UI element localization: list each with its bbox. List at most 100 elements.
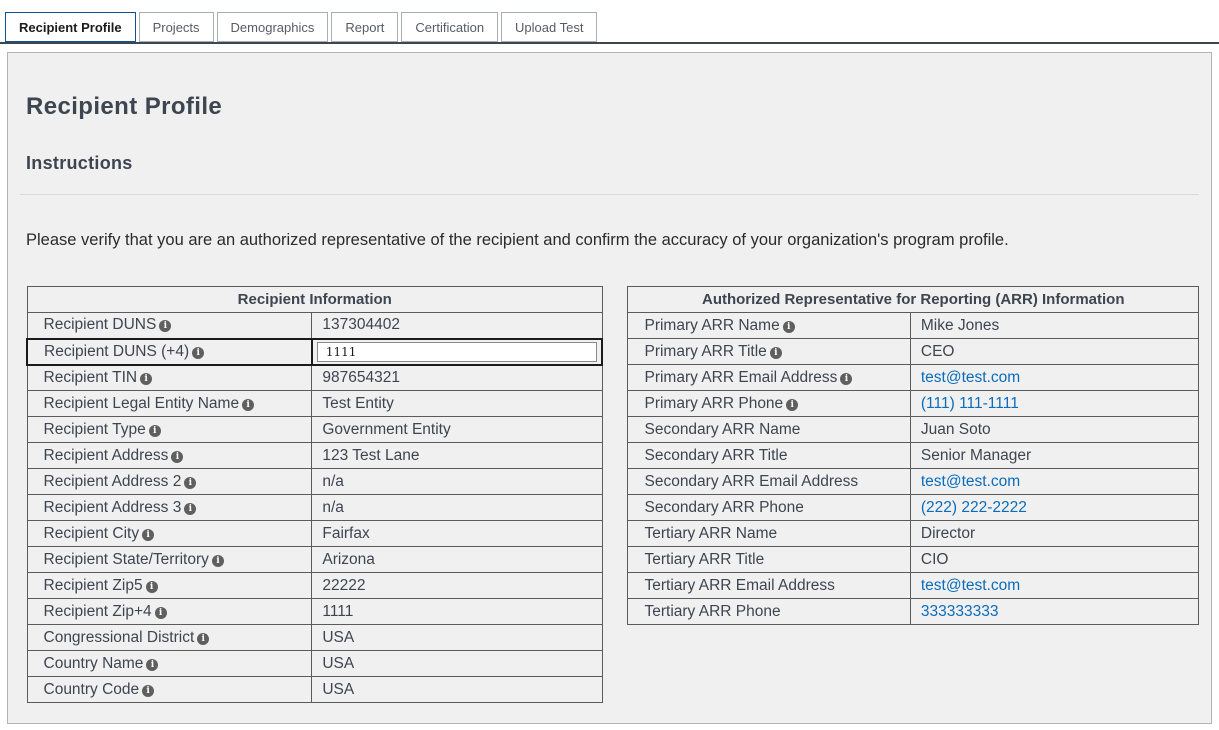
arr-information-table: Authorized Representative for Reporting …: [627, 286, 1199, 625]
info-icon[interactable]: i: [149, 425, 161, 437]
info-icon[interactable]: i: [783, 321, 795, 333]
tab-recipient-profile[interactable]: Recipient Profile: [5, 12, 136, 42]
row-label: Tertiary ARR Phone: [644, 603, 780, 620]
row-label: Recipient Address 3: [44, 499, 182, 516]
row-value-link[interactable]: test@test.com: [921, 369, 1020, 386]
row-value-link[interactable]: test@test.com: [921, 577, 1020, 594]
table-row: Country NameiUSA: [27, 651, 602, 677]
info-icon[interactable]: i: [142, 529, 154, 541]
row-label: Primary ARR Email Address: [644, 369, 837, 386]
row-value-cell: Arizona: [312, 547, 603, 573]
row-label-cell: Recipient Cityi: [27, 521, 312, 547]
row-value: n/a: [322, 473, 344, 490]
info-icon[interactable]: i: [770, 347, 782, 359]
info-icon[interactable]: i: [197, 633, 209, 645]
info-icon[interactable]: i: [155, 607, 167, 619]
row-value-cell: Government Entity: [312, 417, 603, 443]
row-label-cell: Recipient Zip+4i: [27, 599, 312, 625]
table-row: Tertiary ARR Email Address test@test.com: [628, 573, 1199, 599]
row-label: Country Code: [44, 681, 140, 698]
row-label-cell: Primary ARR Name i: [628, 313, 910, 339]
row-label-cell: Recipient Addressi: [27, 443, 312, 469]
info-icon[interactable]: i: [212, 555, 224, 567]
info-icon[interactable]: i: [242, 399, 254, 411]
row-label: Recipient DUNS (+4): [44, 343, 189, 360]
row-label-cell: Tertiary ARR Email Address: [628, 573, 910, 599]
tab-demographics[interactable]: Demographics: [217, 12, 329, 42]
row-value-cell: CEO: [910, 339, 1198, 365]
row-value-cell: 137304402: [312, 313, 603, 339]
table-row: Recipient Typei Government Entity: [27, 417, 602, 443]
info-icon[interactable]: i: [146, 659, 158, 671]
row-value: CIO: [921, 551, 949, 568]
row-label-cell: Recipient TINi: [27, 365, 312, 391]
row-label: Recipient City: [44, 525, 140, 542]
row-label: Primary ARR Name: [644, 317, 779, 334]
row-label-cell: Secondary ARR Phone: [628, 495, 910, 521]
row-label: Recipient Zip+4: [44, 603, 152, 620]
row-value: 22222: [322, 577, 365, 594]
table-row: Country CodeiUSA: [27, 677, 602, 703]
row-value: 987654321: [322, 369, 400, 386]
info-icon[interactable]: i: [184, 503, 196, 515]
recipient-information-table: Recipient InformationRecipient DUNSi1373…: [26, 286, 603, 703]
tab-projects[interactable]: Projects: [139, 12, 214, 42]
row-value-link[interactable]: 333333333: [921, 603, 999, 620]
row-value: 1111: [322, 603, 353, 620]
table-row: Tertiary ARR Title CIO: [628, 547, 1199, 573]
table-row: Recipient DUNSi137304402: [27, 313, 602, 339]
row-label-cell: Secondary ARR Name: [628, 417, 910, 443]
table-row: Recipient Address 3in/a: [27, 495, 602, 521]
row-label: Secondary ARR Phone: [644, 499, 803, 516]
table-row: Tertiary ARR NameDirector: [628, 521, 1199, 547]
row-value-cell: Senior Manager: [910, 443, 1198, 469]
row-label-cell: Primary ARR Email Addressi: [628, 365, 910, 391]
row-label-cell: Secondary ARR Title: [628, 443, 910, 469]
row-value-cell: USA: [312, 651, 603, 677]
table-row: Congressional DistrictiUSA: [27, 625, 602, 651]
row-value-link[interactable]: test@test.com: [921, 473, 1020, 490]
row-value: Juan Soto: [921, 421, 991, 438]
row-label-cell: Tertiary ARR Title: [628, 547, 910, 573]
row-value-link[interactable]: (222) 222-2222: [921, 499, 1027, 516]
row-value: 123 Test Lane: [322, 447, 419, 464]
table-header-row: Authorized Representative for Reporting …: [628, 287, 1199, 313]
row-value-cell: 123 Test Lane: [312, 443, 603, 469]
tab-certification[interactable]: Certification: [401, 12, 498, 42]
info-icon[interactable]: i: [146, 581, 158, 593]
row-label-cell: Country Namei: [27, 651, 312, 677]
info-icon[interactable]: i: [140, 373, 152, 385]
row-value-cell: n/a: [312, 469, 603, 495]
row-value-cell: Test Entity: [312, 391, 603, 417]
table-row: Primary ARR Email Addressi test@test.com: [628, 365, 1199, 391]
row-value-cell: Fairfax: [312, 521, 603, 547]
row-label: Primary ARR Title: [644, 343, 766, 360]
tab-upload-test[interactable]: Upload Test: [501, 12, 597, 42]
info-icon[interactable]: i: [142, 685, 154, 697]
row-value-cell: 987654321: [312, 365, 603, 391]
row-value: Fairfax: [322, 525, 369, 542]
table-row: Tertiary ARR Phone 333333333: [628, 599, 1199, 625]
row-label: Tertiary ARR Title: [644, 551, 764, 568]
row-label: Recipient Zip5: [44, 577, 143, 594]
table-row: Primary ARR Phonei(111) 111-1111: [628, 391, 1199, 417]
row-value-cell: [312, 339, 603, 365]
row-value-cell: test@test.com: [910, 365, 1198, 391]
table-row: Secondary ARR Phone (222) 222-2222: [628, 495, 1199, 521]
row-value-link[interactable]: (111) 111-1111: [921, 395, 1019, 412]
row-value: Mike Jones: [921, 317, 999, 334]
info-icon[interactable]: i: [159, 320, 171, 332]
info-icon[interactable]: i: [171, 451, 183, 463]
row-label: Congressional District: [44, 629, 195, 646]
info-icon[interactable]: i: [192, 347, 204, 359]
row-label: Tertiary ARR Name: [644, 525, 777, 542]
row-value-cell: (111) 111-1111: [910, 391, 1198, 417]
row-label: Recipient Type: [44, 421, 146, 438]
info-icon[interactable]: i: [786, 399, 798, 411]
info-icon[interactable]: i: [840, 373, 852, 385]
row-value-cell: Juan Soto: [910, 417, 1198, 443]
tab-report[interactable]: Report: [331, 12, 398, 42]
info-icon[interactable]: i: [184, 477, 196, 489]
recipient-duns-plus4-input[interactable]: [317, 342, 598, 362]
table-row: Primary ARR Name i Mike Jones: [628, 313, 1199, 339]
